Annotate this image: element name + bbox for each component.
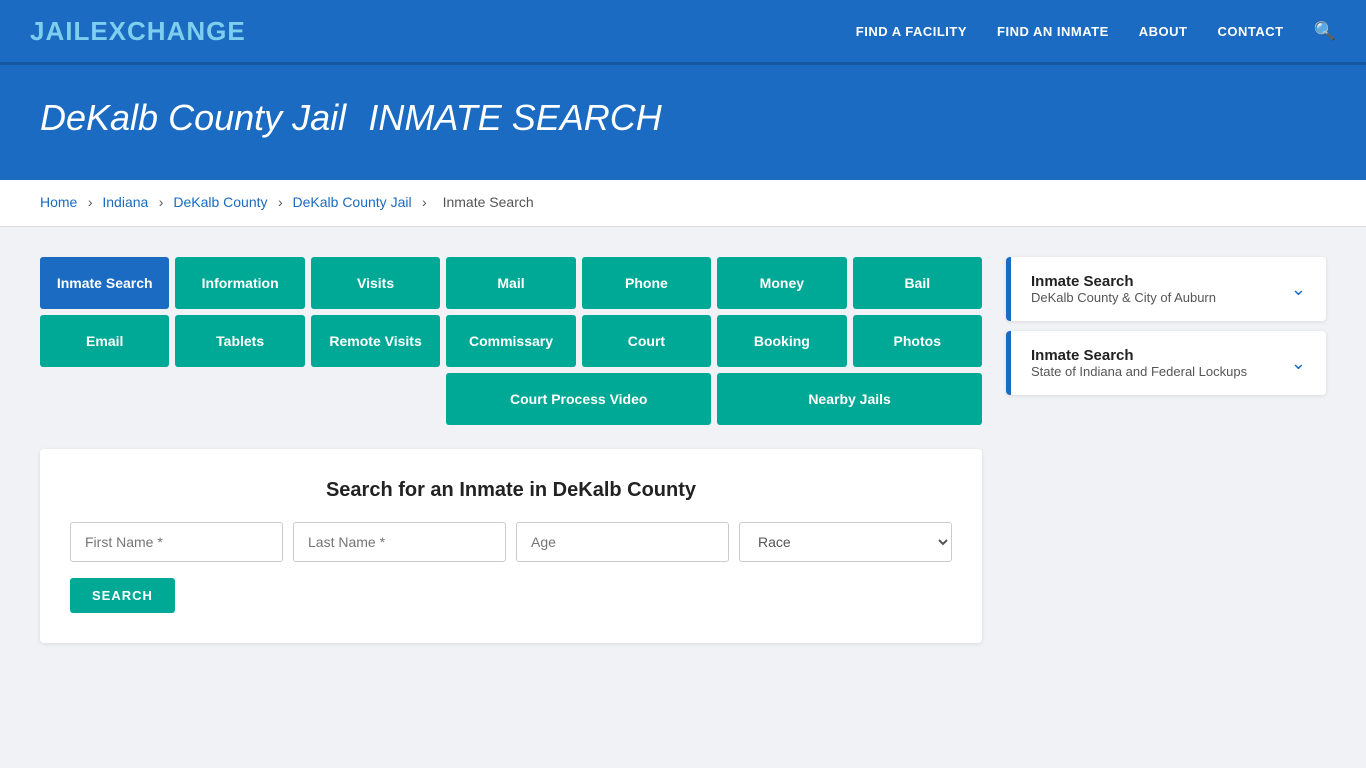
tab-court[interactable]: Court xyxy=(582,315,711,367)
site-logo[interactable]: JAILEXCHANGE xyxy=(30,16,246,47)
tab-tablets[interactable]: Tablets xyxy=(175,315,304,367)
nav-find-facility[interactable]: FIND A FACILITY xyxy=(856,24,967,39)
breadcrumb-indiana[interactable]: Indiana xyxy=(102,194,148,210)
nav-about[interactable]: ABOUT xyxy=(1139,24,1188,39)
sidebar-card-1: Inmate Search DeKalb County & City of Au… xyxy=(1006,257,1326,321)
tab-court-process-video[interactable]: Court Process Video xyxy=(446,373,711,425)
page-title-subtitle: INMATE SEARCH xyxy=(368,97,661,138)
main-nav: FIND A FACILITY FIND AN INMATE ABOUT CON… xyxy=(856,21,1336,42)
race-select[interactable]: Race White Black Hispanic Asian Other xyxy=(739,522,952,562)
sidebar-card-2-title-block: Inmate Search State of Indiana and Feder… xyxy=(1031,347,1247,379)
breadcrumb-dekalb-county[interactable]: DeKalb County xyxy=(173,194,267,210)
hero-banner: DeKalb County Jail INMATE SEARCH xyxy=(0,65,1366,180)
sidebar-card-2-header[interactable]: Inmate Search State of Indiana and Feder… xyxy=(1006,331,1326,395)
search-button[interactable]: SEARCH xyxy=(70,578,175,613)
tab-inmate-search[interactable]: Inmate Search xyxy=(40,257,169,309)
breadcrumb-dekalb-jail[interactable]: DeKalb County Jail xyxy=(293,194,412,210)
breadcrumb-home[interactable]: Home xyxy=(40,194,77,210)
site-header: JAILEXCHANGE FIND A FACILITY FIND AN INM… xyxy=(0,0,1366,65)
tabs-row-3: Court Process Video Nearby Jails xyxy=(40,373,982,425)
tabs-row-1: Inmate Search Information Visits Mail Ph… xyxy=(40,257,982,309)
main-content: Inmate Search Information Visits Mail Ph… xyxy=(0,227,1366,673)
tab-remote-visits[interactable]: Remote Visits xyxy=(311,315,440,367)
search-form-title: Search for an Inmate in DeKalb County xyxy=(70,479,952,502)
chevron-down-icon-1: ⌄ xyxy=(1291,279,1306,300)
breadcrumb-sep-3: › xyxy=(278,194,287,210)
breadcrumb: Home › Indiana › DeKalb County › DeKalb … xyxy=(0,180,1366,227)
tab-booking[interactable]: Booking xyxy=(717,315,846,367)
page-title: DeKalb County Jail INMATE SEARCH xyxy=(40,95,1326,140)
sidebar-card-2-subtitle: State of Indiana and Federal Lockups xyxy=(1031,364,1247,379)
sidebar-card-1-title: Inmate Search xyxy=(1031,273,1216,290)
first-name-input[interactable] xyxy=(70,522,283,562)
tab-photos[interactable]: Photos xyxy=(853,315,982,367)
tab-commissary[interactable]: Commissary xyxy=(446,315,575,367)
tab-email[interactable]: Email xyxy=(40,315,169,367)
right-sidebar: Inmate Search DeKalb County & City of Au… xyxy=(1006,257,1326,405)
breadcrumb-sep-2: › xyxy=(159,194,168,210)
sidebar-card-2: Inmate Search State of Indiana and Feder… xyxy=(1006,331,1326,395)
chevron-down-icon-2: ⌄ xyxy=(1291,353,1306,374)
sidebar-card-1-header[interactable]: Inmate Search DeKalb County & City of Au… xyxy=(1006,257,1326,321)
tab-money[interactable]: Money xyxy=(717,257,846,309)
sidebar-card-1-title-block: Inmate Search DeKalb County & City of Au… xyxy=(1031,273,1216,305)
breadcrumb-current: Inmate Search xyxy=(443,194,534,210)
nav-contact[interactable]: CONTACT xyxy=(1217,24,1283,39)
breadcrumb-sep-1: › xyxy=(88,194,97,210)
sidebar-card-1-subtitle: DeKalb County & City of Auburn xyxy=(1031,290,1216,305)
tab-information[interactable]: Information xyxy=(175,257,304,309)
age-input[interactable] xyxy=(516,522,729,562)
tabs-row-2: Email Tablets Remote Visits Commissary C… xyxy=(40,315,982,367)
inmate-search-form: Search for an Inmate in DeKalb County Ra… xyxy=(40,449,982,643)
tab-phone[interactable]: Phone xyxy=(582,257,711,309)
logo-exchange: EXCHANGE xyxy=(90,16,245,46)
left-column: Inmate Search Information Visits Mail Ph… xyxy=(40,257,982,643)
tab-bail[interactable]: Bail xyxy=(853,257,982,309)
last-name-input[interactable] xyxy=(293,522,506,562)
search-fields: Race White Black Hispanic Asian Other xyxy=(70,522,952,562)
tab-nearby-jails[interactable]: Nearby Jails xyxy=(717,373,982,425)
sidebar-card-2-title: Inmate Search xyxy=(1031,347,1247,364)
page-title-main: DeKalb County Jail xyxy=(40,97,346,138)
logo-jail: JAIL xyxy=(30,16,90,46)
header-search-button[interactable]: 🔍 xyxy=(1314,21,1336,42)
tab-visits[interactable]: Visits xyxy=(311,257,440,309)
tab-mail[interactable]: Mail xyxy=(446,257,575,309)
breadcrumb-sep-4: › xyxy=(422,194,431,210)
nav-find-inmate[interactable]: FIND AN INMATE xyxy=(997,24,1109,39)
